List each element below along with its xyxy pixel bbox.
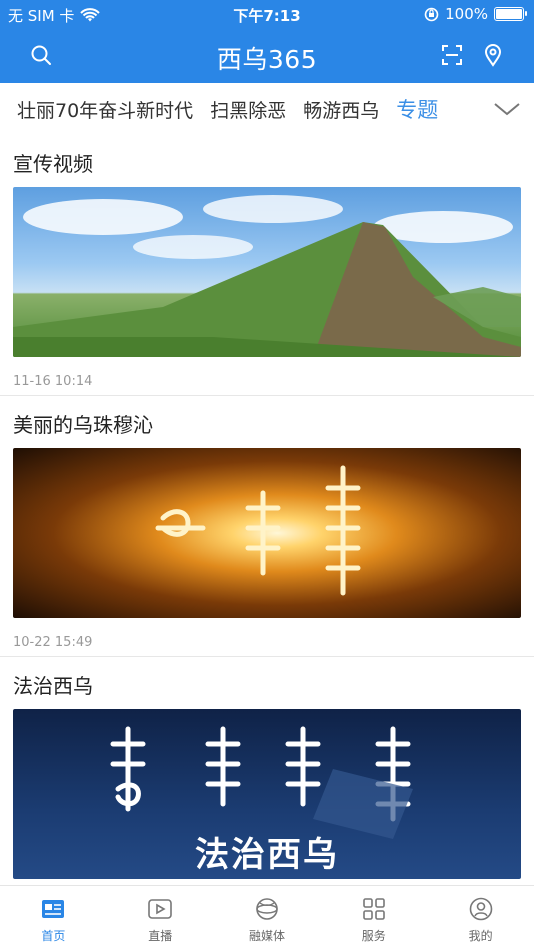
status-bar: 无 SIM 卡 下午7:13 100% [0,0,534,28]
category-tabs: 壮丽70年奋斗新时代 扫黑除恶 畅游西乌 专题 [0,83,534,135]
feed-card[interactable]: 法治西乌 法治西乌 [0,657,534,879]
app-header: 无 SIM 卡 下午7:13 100% 西乌365 [0,0,534,83]
battery-percent: 100% [445,5,488,23]
nav-media[interactable]: 融媒体 [214,886,321,950]
tab-3[interactable]: 专题 [396,94,438,124]
orientation-lock-icon [424,7,439,21]
card-title: 法治西乌 [13,674,93,698]
mongolian-script-illustration [155,465,361,596]
nav-bar: 西乌365 [0,28,534,83]
play-icon [148,899,172,919]
image-caption: 法治西乌 [195,835,339,875]
card-time: 11-16 10:14 [13,374,93,389]
card-image[interactable] [13,448,521,618]
bottom-nav: 首页 直播 融媒体 服务 我的 [0,885,534,950]
card-title: 宣传视频 [13,152,93,176]
card-image[interactable] [13,187,521,357]
battery-fill [496,9,522,19]
more-tabs-button[interactable] [492,96,522,122]
mountain-illustration [13,195,521,357]
nav-live[interactable]: 直播 [107,886,214,950]
scan-button[interactable] [437,40,467,70]
chevron-down-icon [494,103,520,116]
feed-card[interactable]: 宣传视频 11-16 10:14 [0,135,534,395]
status-right: 100% [424,5,527,23]
nav-label: 我的 [468,929,493,943]
location-button[interactable] [478,40,508,70]
profile-icon [469,897,492,921]
card-title: 美丽的乌珠穆沁 [13,413,153,437]
nav-label: 直播 [148,929,173,943]
battery-icon [494,7,527,21]
tab-2[interactable]: 畅游西乌 [303,96,379,123]
news-icon [42,900,65,918]
tab-0[interactable]: 壮丽70年奋斗新时代 [17,96,193,123]
nav-profile[interactable]: 我的 [427,886,534,950]
globe-icon [256,898,278,920]
nav-services[interactable]: 服务 [320,886,427,950]
nav-label: 融媒体 [248,929,285,943]
feed-card[interactable]: 美丽的乌珠穆沁 10-22 15:49 [0,396,534,656]
location-icon [484,44,502,67]
scan-icon [442,45,462,65]
grid-icon [362,898,385,920]
nav-label: 服务 [361,929,386,943]
nav-home[interactable]: 首页 [0,886,107,950]
nav-label: 首页 [41,929,66,943]
tab-1[interactable]: 扫黑除恶 [210,96,286,123]
news-feed: 宣传视频 11-16 10:14 美丽的乌珠穆沁 10-22 15:49 法治西… [0,135,534,885]
card-time: 10-22 15:49 [13,635,93,650]
card-image[interactable]: 法治西乌 [13,709,521,879]
